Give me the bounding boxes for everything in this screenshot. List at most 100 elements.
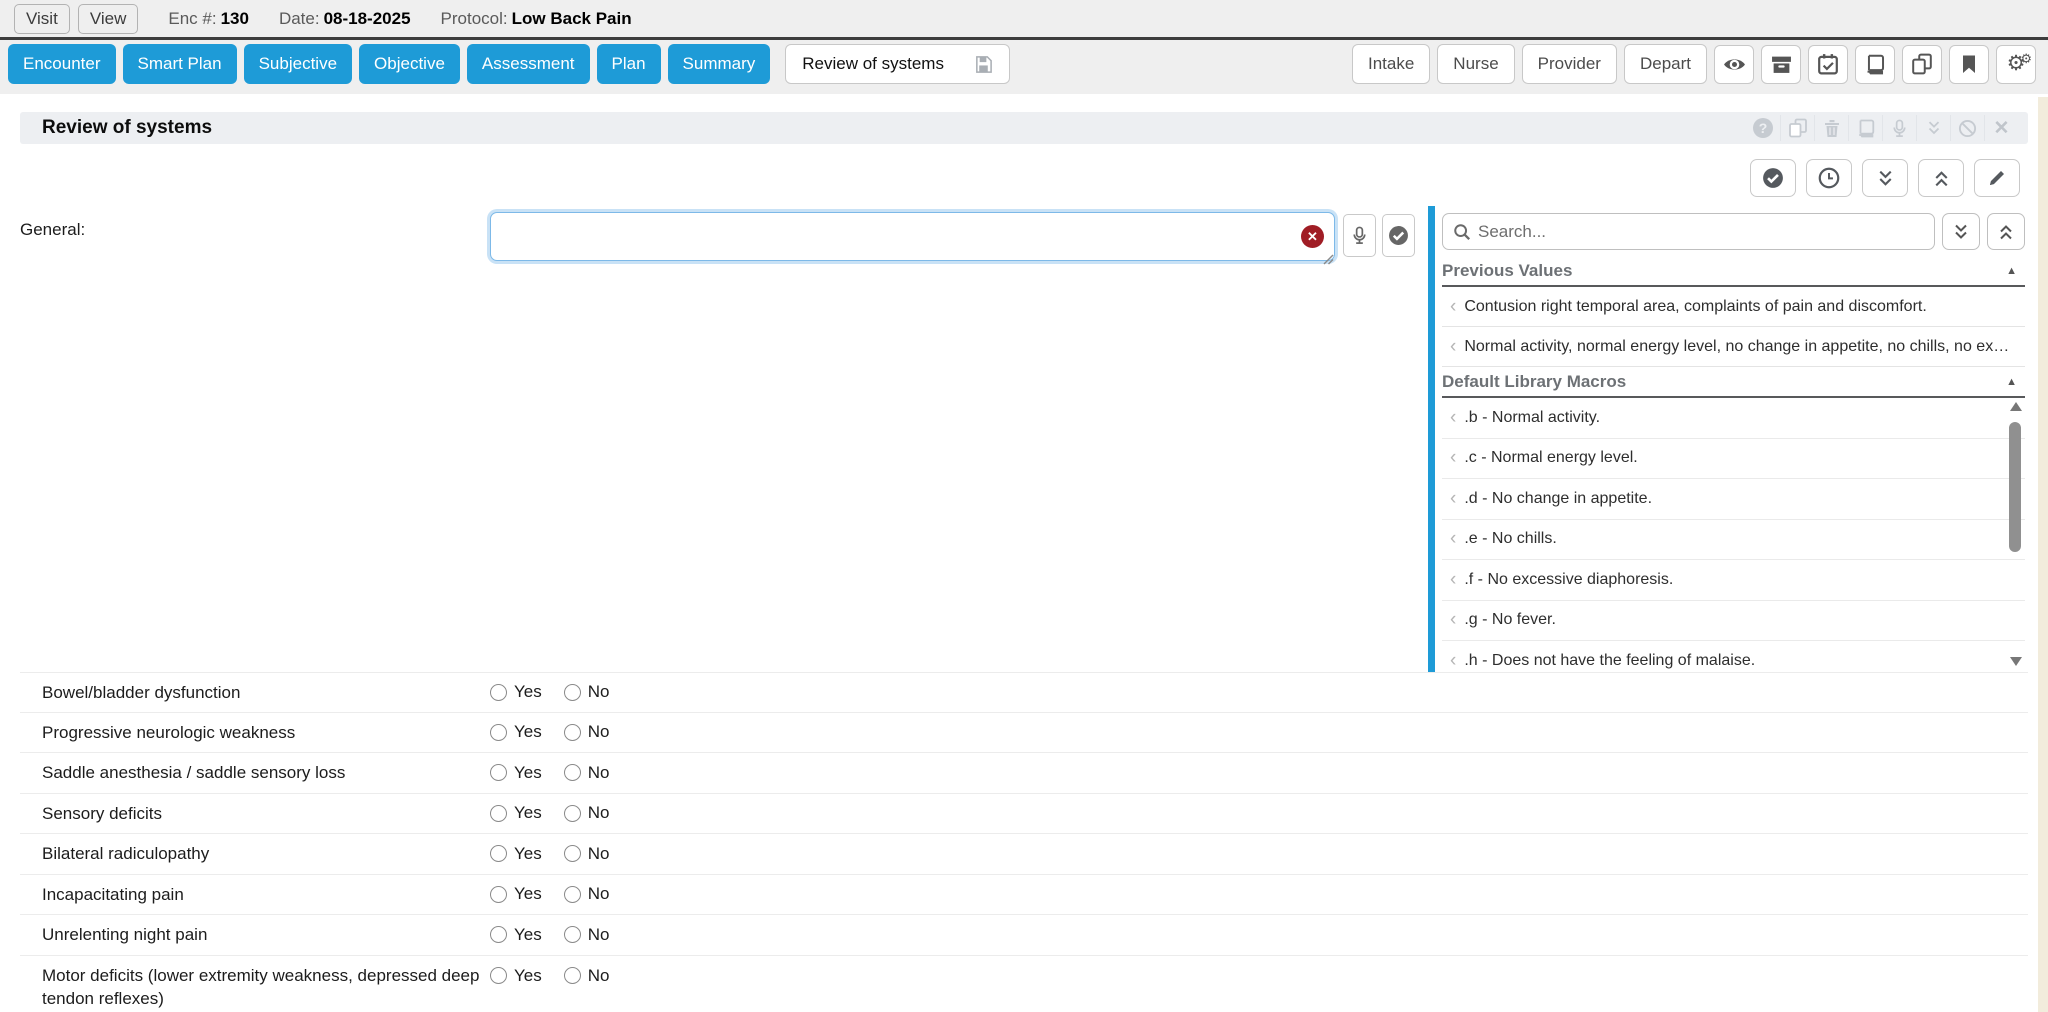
- no-radio[interactable]: No: [564, 803, 610, 823]
- question-row: Unrelenting night pain Yes No: [20, 915, 2028, 956]
- tab-review-of-systems-active[interactable]: Review of systems: [785, 44, 1010, 84]
- no-radio[interactable]: No: [564, 884, 610, 904]
- eye-icon[interactable]: [1714, 45, 1754, 84]
- no-radio[interactable]: No: [564, 925, 610, 945]
- yes-radio[interactable]: Yes: [490, 763, 542, 783]
- macro-item[interactable]: ‹.c - Normal energy level.: [1442, 439, 2025, 480]
- previous-values-title: Previous Values: [1442, 261, 1572, 281]
- microphone-button[interactable]: [1343, 214, 1376, 257]
- collapse-caret-icon[interactable]: ▲: [2006, 376, 2017, 388]
- collapse-caret-icon[interactable]: ▲: [2006, 265, 2017, 277]
- insert-left-chevron-icon: ‹: [1450, 528, 1456, 550]
- tab-objective[interactable]: Objective: [359, 44, 460, 84]
- macro-item[interactable]: ‹.g - No fever.: [1442, 601, 2025, 642]
- expand-all-down-icon[interactable]: [1942, 213, 1980, 250]
- yes-radio[interactable]: Yes: [490, 722, 542, 742]
- question-row: Saddle anesthesia / saddle sensory loss …: [20, 753, 2028, 794]
- search-input[interactable]: [1478, 222, 1924, 242]
- visit-button[interactable]: Visit: [14, 4, 70, 34]
- no-radio[interactable]: No: [564, 722, 610, 742]
- provider-button[interactable]: Provider: [1522, 44, 1617, 84]
- yes-radio[interactable]: Yes: [490, 925, 542, 945]
- tab-encounter[interactable]: Encounter: [8, 44, 116, 84]
- previous-values-header: Previous Values ▲: [1442, 256, 2025, 287]
- nurse-button[interactable]: Nurse: [1437, 44, 1514, 84]
- tab-smart-plan[interactable]: Smart Plan: [123, 44, 237, 84]
- depart-button[interactable]: Depart: [1624, 44, 1707, 84]
- yes-radio[interactable]: Yes: [490, 844, 542, 864]
- red-flag-questions: Bowel/bladder dysfunction Yes No Progres…: [20, 672, 2028, 1012]
- nav-bar: Encounter Smart Plan Subjective Objectiv…: [0, 40, 2048, 94]
- scrollbar-thumb[interactable]: [2009, 422, 2021, 552]
- clock-icon[interactable]: [1806, 159, 1852, 197]
- no-radio[interactable]: No: [564, 763, 610, 783]
- yes-radio[interactable]: Yes: [490, 966, 542, 986]
- macro-item[interactable]: ‹.f - No excessive diaphoresis.: [1442, 560, 2025, 601]
- insert-left-chevron-icon: ‹: [1450, 336, 1456, 358]
- question-label: Bilateral radiculopathy: [42, 842, 490, 865]
- book-icon[interactable]: [1855, 45, 1895, 84]
- archive-icon[interactable]: [1761, 45, 1801, 84]
- panel-divider-bar[interactable]: [1428, 206, 1435, 672]
- macro-item[interactable]: ‹.b - Normal activity.: [1442, 398, 2025, 439]
- macros-title: Default Library Macros: [1442, 372, 1626, 392]
- close-icon[interactable]: ✕: [1984, 115, 2018, 141]
- tab-assessment[interactable]: Assessment: [467, 44, 590, 84]
- tab-summary[interactable]: Summary: [668, 44, 771, 84]
- microphone-icon[interactable]: [1882, 115, 1916, 141]
- no-radio[interactable]: No: [564, 966, 610, 986]
- clear-field-icon[interactable]: ✕: [1301, 225, 1324, 248]
- view-button[interactable]: View: [78, 4, 139, 34]
- no-radio[interactable]: No: [564, 682, 610, 702]
- collapse-all-up-icon[interactable]: [1987, 213, 2025, 250]
- main-content: Review of systems ? ✕ General: ✕: [0, 94, 2048, 1012]
- scroll-up-arrow-icon[interactable]: [2010, 402, 2022, 411]
- no-radio[interactable]: No: [564, 844, 610, 864]
- question-label: Sensory deficits: [42, 802, 490, 825]
- yes-radio[interactable]: Yes: [490, 884, 542, 904]
- tab-subjective[interactable]: Subjective: [244, 44, 352, 84]
- yes-radio[interactable]: Yes: [490, 682, 542, 702]
- book-icon[interactable]: [1848, 115, 1882, 141]
- double-chevron-up-icon[interactable]: [1918, 159, 1964, 197]
- insert-left-chevron-icon: ‹: [1450, 569, 1456, 591]
- double-chevron-down-icon[interactable]: [1862, 159, 1908, 197]
- scroll-down-arrow-icon[interactable]: [2010, 657, 2022, 666]
- bookmark-icon[interactable]: [1949, 45, 1989, 84]
- form-region: General: ✕ Previous Values ▲: [20, 206, 2028, 672]
- general-field-label: General:: [20, 206, 490, 672]
- search-box[interactable]: [1442, 213, 1935, 250]
- edit-pencil-icon[interactable]: [1974, 159, 2020, 197]
- calendar-check-icon[interactable]: [1808, 45, 1848, 84]
- search-icon: [1453, 223, 1471, 241]
- copy-icon[interactable]: [1780, 115, 1814, 141]
- question-label: Unrelenting night pain: [42, 923, 490, 946]
- yes-radio[interactable]: Yes: [490, 803, 542, 823]
- action-row: [20, 159, 2028, 197]
- intake-button[interactable]: Intake: [1352, 44, 1430, 84]
- confirm-check-button[interactable]: [1382, 214, 1415, 257]
- previous-value-item[interactable]: ‹ Normal activity, normal energy level, …: [1442, 327, 2025, 367]
- tab-plan[interactable]: Plan: [597, 44, 661, 84]
- macro-item[interactable]: ‹.h - Does not have the feeling of malai…: [1442, 641, 2025, 670]
- resize-grip-icon[interactable]: [1322, 253, 1334, 265]
- settings-gears-icon[interactable]: ⚙⚙: [1996, 45, 2036, 84]
- question-row: Sensory deficits Yes No: [20, 794, 2028, 835]
- active-tab-label: Review of systems: [802, 54, 944, 74]
- previous-value-item[interactable]: ‹ Contusion right temporal area, complai…: [1442, 287, 2025, 327]
- encounter-date: Date:08-18-2025: [279, 9, 411, 29]
- question-row: Motor deficits (lower extremity weakness…: [20, 956, 2028, 1012]
- macro-item[interactable]: ‹.e - No chills.: [1442, 520, 2025, 561]
- question-label: Motor deficits (lower extremity weakness…: [42, 964, 490, 1010]
- insert-left-chevron-icon: ‹: [1450, 650, 1456, 670]
- trash-icon[interactable]: [1814, 115, 1848, 141]
- double-chevron-down-icon[interactable]: [1916, 115, 1950, 141]
- insert-left-chevron-icon: ‹: [1450, 488, 1456, 510]
- general-input[interactable]: [490, 212, 1335, 261]
- help-icon[interactable]: ?: [1746, 115, 1780, 141]
- ban-icon[interactable]: [1950, 115, 1984, 141]
- macro-item[interactable]: ‹.d - No change in appetite.: [1442, 479, 2025, 520]
- copy-icon[interactable]: [1902, 45, 1942, 84]
- check-circle-icon[interactable]: [1750, 159, 1796, 197]
- macro-scrollbar[interactable]: [2008, 400, 2022, 668]
